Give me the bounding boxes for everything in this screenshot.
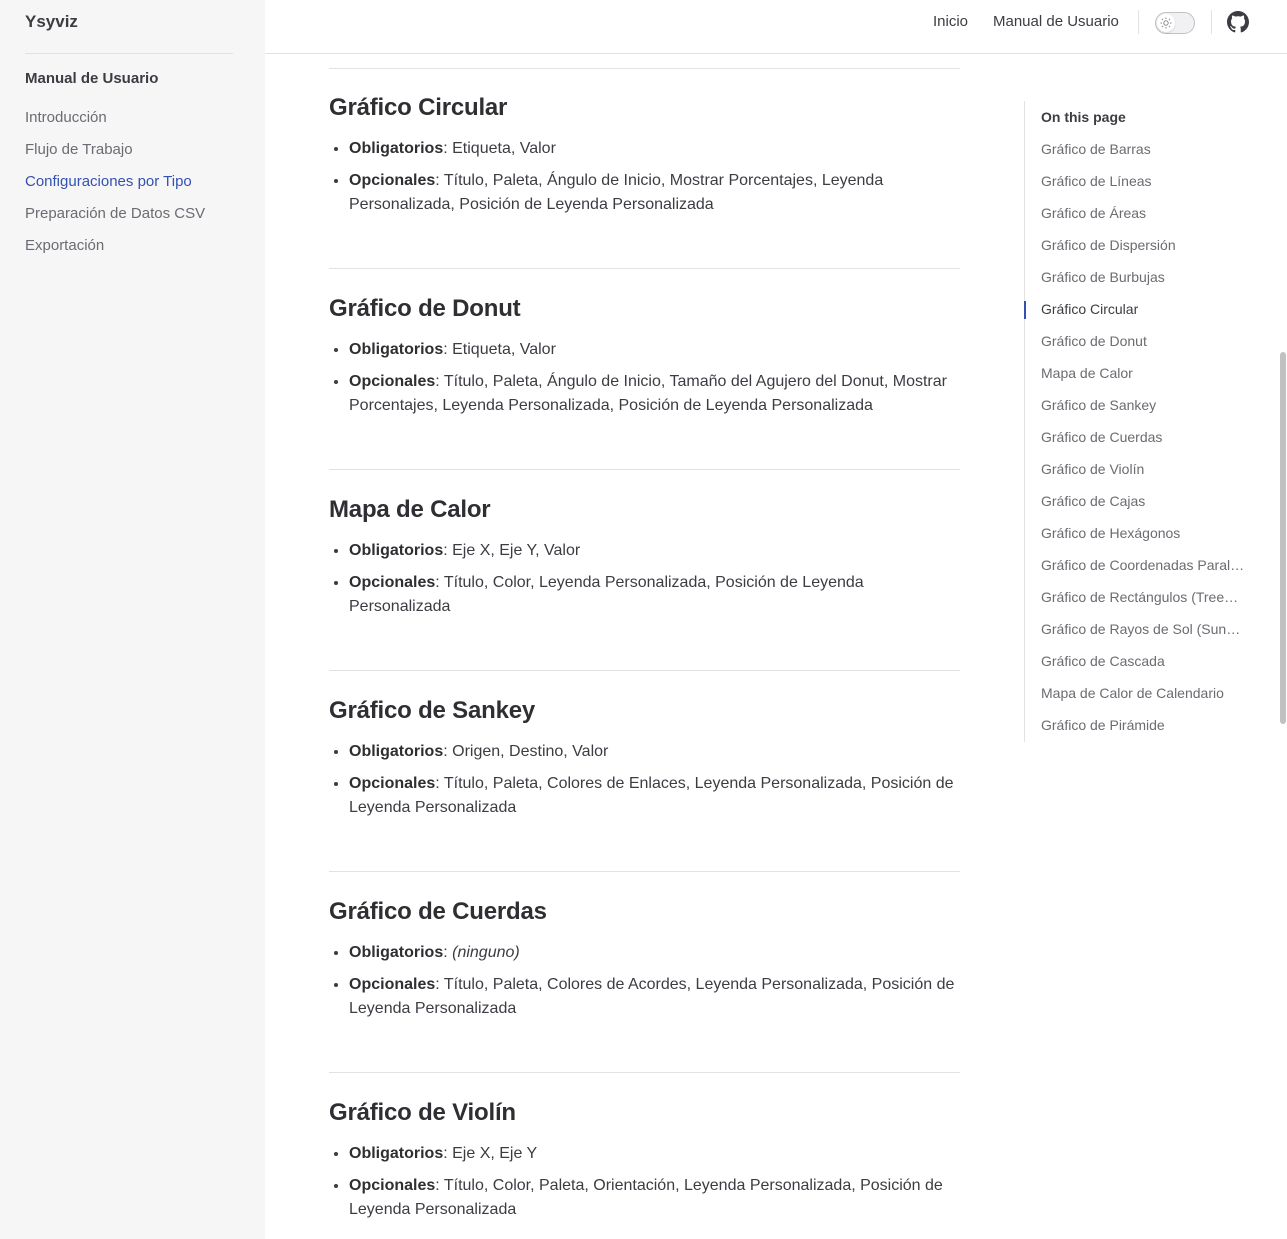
toc-item[interactable]: Gráfico de Pirámide (1041, 709, 1247, 741)
section-heading: Gráfico Circular (329, 94, 508, 121)
on-this-page-toc: On this page Gráfico de Barras Gráfico d… (1024, 101, 1254, 742)
top-nav-bar: Inicio Manual de Usuario (265, 0, 1287, 54)
section-heading: Gráfico de Cuerdas (329, 898, 547, 925)
sidebar-divider (25, 53, 233, 54)
toc-item[interactable]: Gráfico de Dispersión (1041, 229, 1247, 261)
sidebar-item-flujo-de-trabajo[interactable]: Flujo de Trabajo (25, 134, 205, 166)
section-heading: Mapa de Calor (329, 496, 491, 523)
section-heading: Gráfico de Sankey (329, 697, 536, 724)
toc-item[interactable]: Gráfico de Donut (1041, 325, 1247, 357)
site-logo[interactable]: Ysyviz (25, 12, 78, 32)
nav-divider (1138, 10, 1139, 34)
section-heading: Gráfico de Donut (329, 295, 521, 322)
toc-item[interactable]: Gráfico de Rectángulos (Treemap) (1041, 581, 1247, 613)
sidebar-nav: Introducción Flujo de Trabajo Configurac… (25, 102, 205, 262)
toc-item[interactable]: Gráfico de Cascada (1041, 645, 1247, 677)
page-scrollbar[interactable] (1280, 352, 1286, 724)
sidebar-item-preparacion-datos-csv[interactable]: Preparación de Datos CSV (25, 198, 205, 230)
nav-link-manual[interactable]: Manual de Usuario (993, 13, 1119, 30)
section-divider (329, 469, 960, 470)
required-fields: Obligatorios: (ninguno) (349, 941, 960, 965)
required-fields: Obligatorios: Eje X, Eje Y, Valor (349, 539, 960, 563)
toc-item[interactable]: Gráfico de Sankey (1041, 389, 1247, 421)
toc-item[interactable]: Mapa de Calor de Calendario (1041, 677, 1247, 709)
nav-divider (1211, 10, 1212, 34)
toc-item[interactable]: Mapa de Calor (1041, 357, 1247, 389)
section-divider (329, 871, 960, 872)
section-divider (329, 68, 960, 69)
toc-title: On this page (1041, 109, 1126, 125)
toc-item[interactable]: Gráfico de Cuerdas (1041, 421, 1247, 453)
toc-item[interactable]: Gráfico de Violín (1041, 453, 1247, 485)
optional-fields: Opcionales: Título, Color, Leyenda Perso… (349, 571, 960, 619)
toc-item[interactable]: Gráfico de Hexágonos (1041, 517, 1247, 549)
section-divider (329, 670, 960, 671)
required-fields: Obligatorios: Eje X, Eje Y (349, 1142, 960, 1166)
optional-fields: Opcionales: Título, Color, Paleta, Orien… (349, 1174, 960, 1222)
required-fields: Obligatorios: Etiqueta, Valor (349, 137, 960, 161)
github-icon[interactable] (1227, 11, 1249, 33)
section-divider (329, 268, 960, 269)
sidebar: Ysyviz Manual de Usuario Introducción Fl… (0, 0, 265, 1239)
section-grafico-circular: Gráfico Circular Obligatorios: Etiqueta,… (329, 92, 960, 269)
required-fields: Obligatorios: Origen, Destino, Valor (349, 740, 960, 764)
theme-toggle[interactable] (1155, 12, 1195, 34)
optional-fields: Opcionales: Título, Paleta, Ángulo de In… (349, 370, 960, 418)
toc-item[interactable]: Gráfico de Rayos de Sol (Sunburst) (1041, 613, 1247, 645)
required-fields: Obligatorios: Etiqueta, Valor (349, 338, 960, 362)
toc-item[interactable]: Gráfico de Burbujas (1041, 261, 1247, 293)
section-grafico-de-violin: Gráfico de Violín Obligatorios: Eje X, E… (329, 1097, 960, 1230)
section-grafico-de-sankey: Gráfico de Sankey Obligatorios: Origen, … (329, 695, 960, 872)
section-grafico-de-cuerdas: Gráfico de Cuerdas Obligatorios: (ningun… (329, 896, 960, 1073)
optional-fields: Opcionales: Título, Paleta, Colores de A… (349, 973, 960, 1021)
sidebar-section-title: Manual de Usuario (25, 70, 159, 87)
toc-item[interactable]: Gráfico de Cajas (1041, 485, 1247, 517)
optional-fields: Opcionales: Título, Paleta, Colores de E… (349, 772, 960, 820)
toc-active-marker (1024, 301, 1026, 319)
sun-icon (1157, 14, 1175, 32)
toc-item[interactable]: Gráfico de Líneas (1041, 165, 1247, 197)
toc-item[interactable]: Gráfico de Áreas (1041, 197, 1247, 229)
toc-list: Gráfico de Barras Gráfico de Líneas Gráf… (1041, 133, 1247, 741)
sidebar-item-exportacion[interactable]: Exportación (25, 230, 205, 262)
toc-item[interactable]: Gráfico de Coordenadas Paralelas (1041, 549, 1247, 581)
optional-fields: Opcionales: Título, Paleta, Ángulo de In… (349, 169, 960, 217)
nav-link-inicio[interactable]: Inicio (933, 13, 968, 30)
sidebar-item-introduccion[interactable]: Introducción (25, 102, 205, 134)
section-heading: Gráfico de Violín (329, 1099, 516, 1126)
section-mapa-de-calor: Mapa de Calor Obligatorios: Eje X, Eje Y… (329, 494, 960, 671)
sidebar-item-configuraciones-por-tipo[interactable]: Configuraciones por Tipo (25, 166, 205, 198)
section-grafico-de-donut: Gráfico de Donut Obligatorios: Etiqueta,… (329, 293, 960, 470)
section-divider (329, 1072, 960, 1073)
toc-item[interactable]: Gráfico de Barras (1041, 133, 1247, 165)
toc-item-active[interactable]: Gráfico Circular (1041, 293, 1247, 325)
